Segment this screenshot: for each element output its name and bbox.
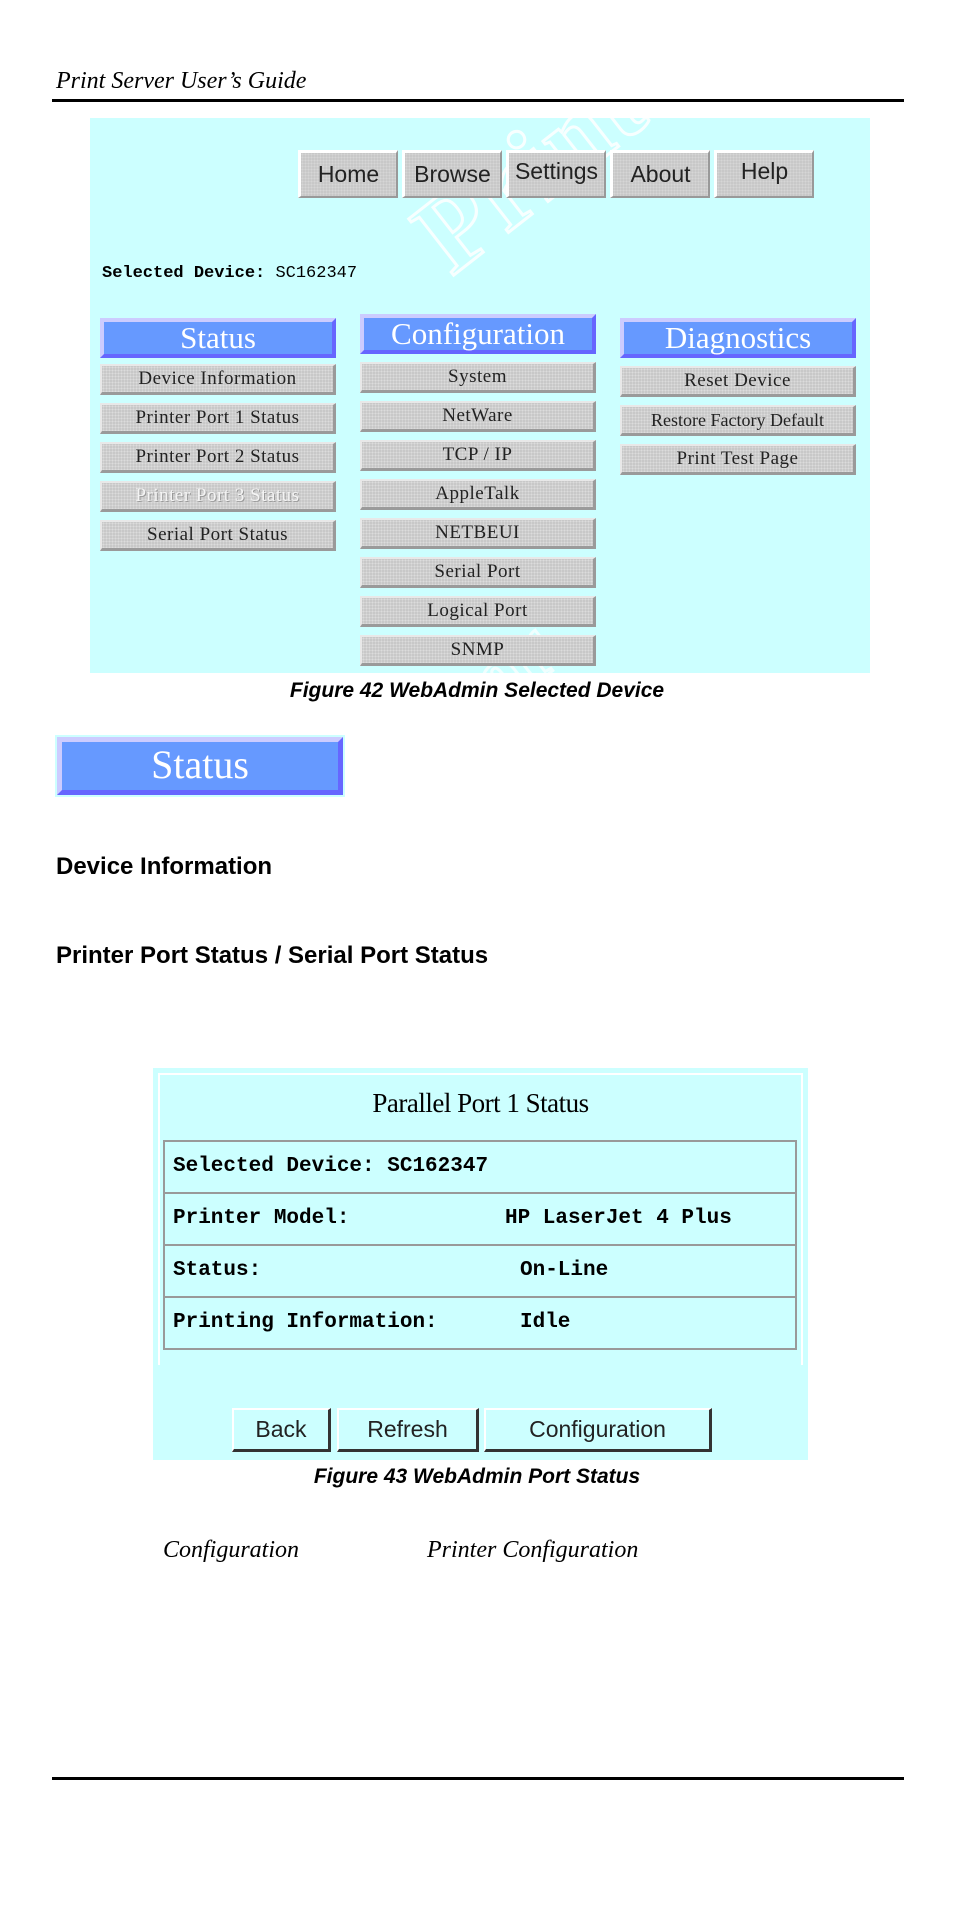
print-test-page-button[interactable]: Print Test Page (620, 444, 856, 475)
row-value: Idle (520, 1311, 571, 1334)
refresh-button[interactable]: Refresh (337, 1408, 479, 1452)
port-status-title: Parallel Port 1 Status (372, 1088, 589, 1118)
status-block-image: Status (55, 735, 345, 797)
heading-port-status: Printer Port Status / Serial Port Status (56, 942, 489, 969)
device-information-button[interactable]: Device Information (100, 364, 336, 395)
config-tcpip-button[interactable]: TCP / IP (360, 440, 596, 471)
config-netware-button[interactable]: NetWare (360, 401, 596, 432)
config-system-button[interactable]: System (360, 362, 596, 393)
running-head: Print Server User’s Guide (56, 68, 307, 94)
config-netbeui-button[interactable]: NETBEUI (360, 518, 596, 549)
table-row: Selected Device: SC162347 (163, 1140, 795, 1192)
printer-port-1-status-button[interactable]: Printer Port 1 Status (100, 403, 336, 434)
row-value: HP LaserJet 4 Plus (505, 1207, 732, 1230)
top-rule (52, 99, 904, 102)
webadmin-selected-device-panel: PrintServer er Home Browse Settings Abou… (90, 118, 870, 673)
nav-tab-home[interactable]: Home (298, 150, 398, 198)
nav-tab-help[interactable]: Help (714, 150, 814, 198)
selected-device-label: Selected Device: (102, 264, 266, 283)
restore-factory-default-button[interactable]: Restore Factory Default (620, 405, 856, 436)
nav-tab-browse[interactable]: Browse (402, 150, 502, 198)
row-key: Printer Model: (173, 1207, 350, 1230)
row-value: On-Line (520, 1259, 609, 1282)
watermark: PrintServer (390, 118, 870, 298)
row-key: Status: (173, 1259, 262, 1282)
diagnostics-column-header: Diagnostics (620, 318, 856, 358)
selected-device: Selected Device: SC162347 (102, 264, 357, 283)
config-snmp-button[interactable]: SNMP (360, 635, 596, 666)
config-logical-port-button[interactable]: Logical Port (360, 596, 596, 627)
configuration-button[interactable]: Configuration (484, 1408, 712, 1452)
configuration-label: Configuration (163, 1537, 300, 1563)
printer-port-2-status-button[interactable]: Printer Port 2 Status (100, 442, 336, 473)
heading-device-information: Device Information (56, 853, 273, 880)
reset-device-button[interactable]: Reset Device (620, 366, 856, 397)
printer-port-3-status-button: Printer Port 3 Status (100, 481, 336, 512)
figure-43-caption: Figure 43 WebAdmin Port Status (313, 1465, 641, 1488)
port-status-table: Selected Device: SC162347 Printer Model:… (163, 1140, 797, 1350)
nav-tab-settings[interactable]: Settings (506, 150, 606, 198)
port-status-panel: Parallel Port 1 Status Selected Device: … (153, 1068, 808, 1460)
back-button[interactable]: Back (232, 1408, 331, 1452)
selected-device-value: SC162347 (275, 264, 358, 283)
table-row: Printing Information: Idle (163, 1296, 795, 1348)
figure-42-caption: Figure 42 WebAdmin Selected Device (289, 679, 665, 702)
status-column-header: Status (100, 318, 336, 358)
table-row: Printer Model: HP LaserJet 4 Plus (163, 1192, 795, 1244)
config-appletalk-button[interactable]: AppleTalk (360, 479, 596, 510)
printer-configuration-label: Printer Configuration (427, 1537, 639, 1563)
nav-tab-about[interactable]: About (610, 150, 710, 198)
row-key: Printing Information: (173, 1311, 438, 1334)
config-serial-port-button[interactable]: Serial Port (360, 557, 596, 588)
serial-port-status-button[interactable]: Serial Port Status (100, 520, 336, 551)
bottom-rule (52, 1777, 904, 1780)
table-row: Status: On-Line (163, 1244, 795, 1296)
configuration-column-header: Configuration (360, 314, 596, 354)
row-key: Selected Device: SC162347 (173, 1155, 489, 1178)
